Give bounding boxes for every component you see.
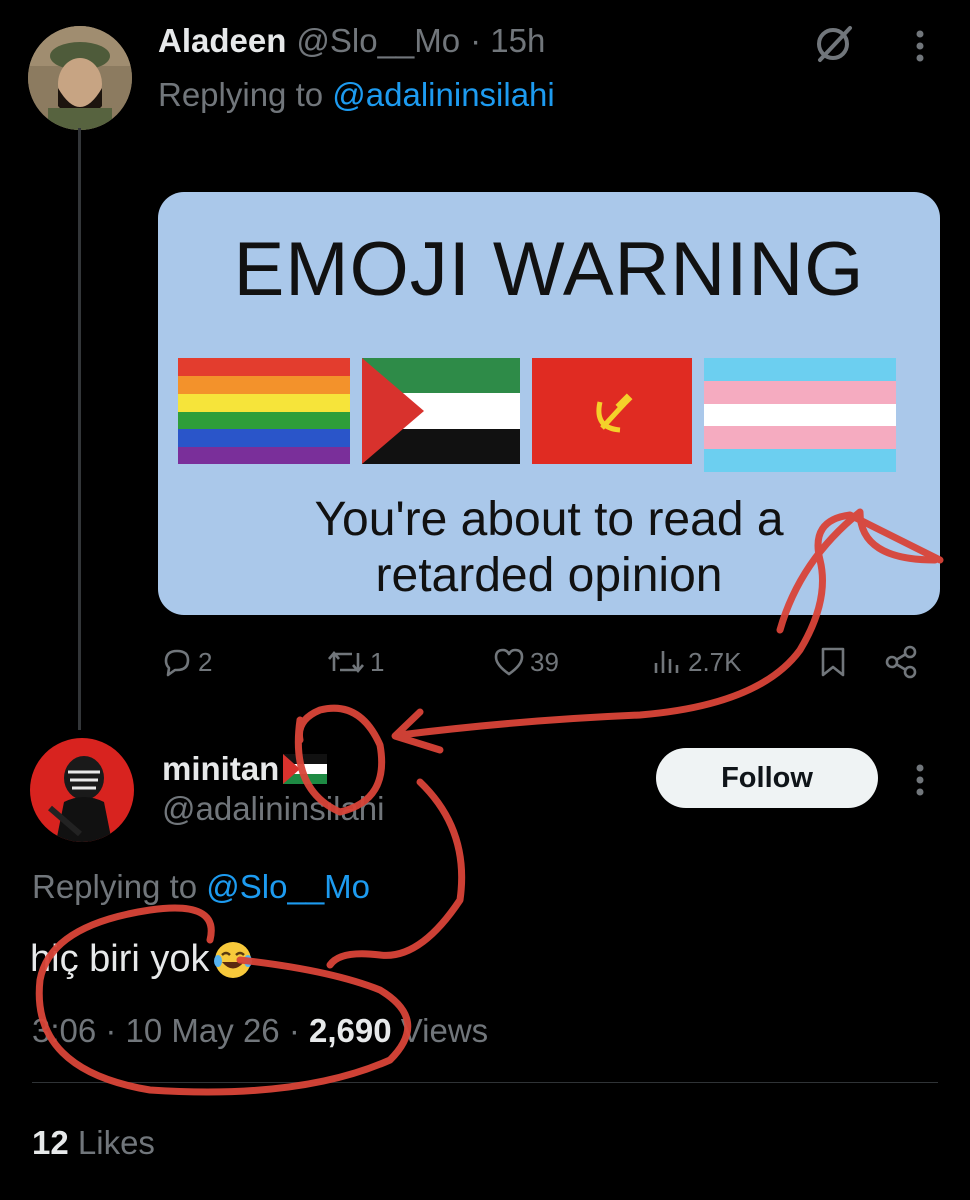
reply-count: 2 xyxy=(198,646,213,677)
views-count: 2.7K xyxy=(688,646,742,677)
avatar[interactable] xyxy=(28,26,132,130)
author-handle[interactable]: @adalininsilahi xyxy=(162,790,384,828)
repost-icon xyxy=(328,650,364,674)
bookmark-icon xyxy=(821,647,845,677)
views-count: 2,690 xyxy=(308,1012,392,1049)
annotation-arrow-pointer xyxy=(391,708,444,754)
likes-label: Likes xyxy=(77,1124,155,1161)
palestine-flag-icon xyxy=(283,754,328,784)
grok-icon[interactable] xyxy=(812,22,856,66)
rainbow-flag-icon xyxy=(178,358,350,464)
replying-prefix: Replying to xyxy=(158,76,324,113)
likes-stat[interactable]: 12 Likes xyxy=(32,1124,155,1162)
tweet-meta: 3:06 · 10 May 26 · 2,690 Views xyxy=(32,1012,488,1050)
meme-caption-line1: You're about to read a xyxy=(314,493,784,546)
tweet-body: hiç biri yok xyxy=(30,938,210,980)
views-label: Views xyxy=(400,1012,489,1049)
meme-caption: You're about to read a retarded opinion xyxy=(198,492,900,604)
views-button[interactable]: 2.7K xyxy=(650,644,742,680)
reply-button[interactable]: 2 xyxy=(160,644,212,680)
like-button[interactable]: 39 xyxy=(492,644,559,680)
author-name[interactable]: minitan xyxy=(162,750,279,788)
bookmark-button[interactable] xyxy=(818,644,848,680)
share-icon xyxy=(885,645,917,679)
more-vertical-icon[interactable] xyxy=(908,760,932,800)
palestine-flag-icon xyxy=(362,358,520,464)
slashed-circle-icon xyxy=(817,26,852,62)
soviet-flag-icon xyxy=(532,358,692,464)
tweet-text: hiç biri yok xyxy=(30,938,254,981)
share-button[interactable] xyxy=(884,644,920,680)
tweet1-header: Aladeen @Slo__Mo · 15h xyxy=(158,22,545,62)
trans-flag-icon xyxy=(704,358,896,472)
bar-chart-icon xyxy=(654,651,679,673)
tweet2-author: minitan xyxy=(162,750,328,788)
replying-to: Replying to @adalininsilahi xyxy=(158,76,555,114)
replying-handle[interactable]: @Slo__Mo xyxy=(206,868,370,905)
replying-handle[interactable]: @adalininsilahi xyxy=(332,76,554,113)
thread-line xyxy=(78,128,81,730)
author-handle[interactable]: @Slo__Mo xyxy=(296,22,460,60)
annotation-circle-reply xyxy=(35,904,412,1096)
timestamp[interactable]: 3:06 · 10 May 26 · xyxy=(32,1012,300,1049)
avatar[interactable] xyxy=(30,738,134,842)
replying-prefix: Replying to xyxy=(32,868,198,905)
author-name[interactable]: Aladeen xyxy=(158,22,286,60)
divider xyxy=(32,1082,938,1083)
replying-to: Replying to @Slo__Mo xyxy=(32,868,370,906)
meme-title: EMOJI WARNING xyxy=(233,227,865,312)
repost-button[interactable]: 1 xyxy=(326,644,384,680)
more-vertical-icon[interactable] xyxy=(908,26,932,66)
repost-count: 1 xyxy=(370,646,385,677)
meme-caption-line2: retarded opinion xyxy=(375,549,723,602)
likes-count: 12 xyxy=(32,1124,69,1161)
like-count: 39 xyxy=(530,646,559,677)
tweet-image[interactable]: EMOJI WARNING You're about to read a ret… xyxy=(158,192,940,615)
timestamp[interactable]: · 15h xyxy=(470,22,545,60)
follow-button[interactable]: Follow xyxy=(656,748,878,808)
heart-icon xyxy=(494,648,524,676)
reply-icon xyxy=(164,649,190,677)
face-with-tears-of-joy-icon xyxy=(213,941,252,978)
